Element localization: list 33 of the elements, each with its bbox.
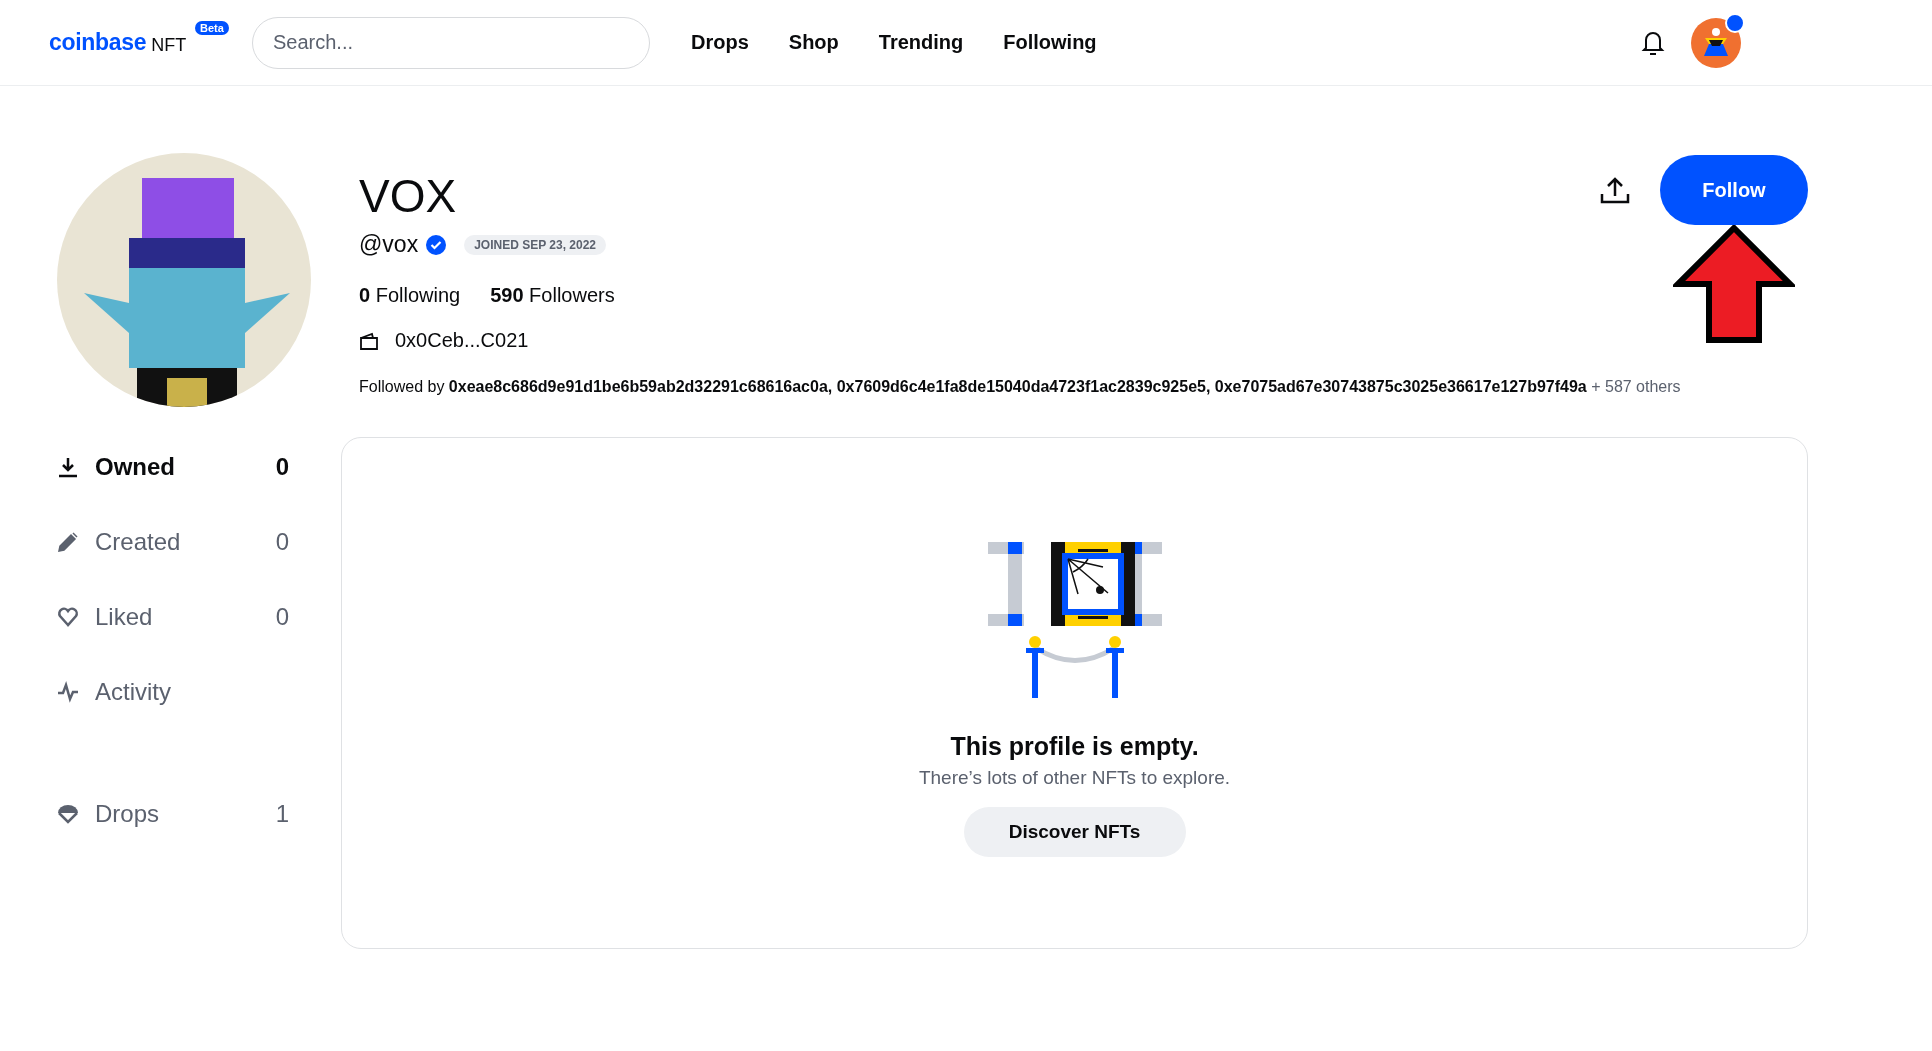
share-icon[interactable] bbox=[1600, 176, 1630, 204]
sidebar-tab[interactable]: Drops 1 bbox=[57, 801, 289, 827]
logo-product: NFT bbox=[151, 35, 187, 56]
search-field[interactable]: Search... bbox=[252, 16, 650, 69]
nav-link[interactable]: Trending bbox=[878, 31, 964, 54]
logo-brand[interactable]: coinbase bbox=[49, 29, 147, 56]
follow-stat[interactable]: 0 Following bbox=[359, 284, 461, 307]
profile-name: VOX bbox=[359, 171, 457, 221]
pencil-icon bbox=[57, 531, 79, 553]
follow-stat[interactable]: 590 Followers bbox=[490, 284, 615, 307]
nav-link[interactable]: Following bbox=[1003, 31, 1097, 54]
wallet-icon bbox=[359, 331, 379, 350]
user-avatar-icon[interactable] bbox=[1691, 17, 1741, 68]
sidebar-tab[interactable]: Created 0 bbox=[57, 529, 289, 555]
sidebar-tab[interactable]: Activity bbox=[57, 679, 289, 705]
bell-icon[interactable] bbox=[1641, 29, 1665, 56]
download-icon bbox=[57, 456, 79, 478]
heart-icon bbox=[57, 606, 79, 628]
activity-icon bbox=[57, 681, 79, 703]
wallet-address[interactable]: 0x0Ceb...C021 bbox=[395, 329, 529, 352]
profile-handle: @vox bbox=[359, 231, 419, 258]
parachute-icon bbox=[57, 803, 79, 825]
followed-by-text: Followed by 0xeae8c686d9e91d1be6b59ab2d32291c68616ac0a, 0x7609d6c4e1fa8de15040da4723f1ac2839c925e5, 0xe7075ad67e30743875c3025e36617e127b97f49a + 587 others bbox=[359, 377, 1682, 397]
empty-title: This profile is empty. bbox=[950, 732, 1199, 761]
sidebar-tab[interactable]: Liked 0 bbox=[57, 604, 289, 630]
discover-button[interactable]: Discover NFTs bbox=[963, 807, 1186, 857]
beta-badge: Beta bbox=[195, 21, 229, 35]
nav-link[interactable]: Drops bbox=[691, 31, 749, 54]
nav-link[interactable]: Shop bbox=[788, 31, 839, 54]
sidebar-tab[interactable]: Owned 0 bbox=[57, 454, 289, 480]
joined-badge: JOINED SEP 23, 2022 bbox=[464, 234, 606, 255]
follow-button[interactable]: Follow bbox=[1660, 155, 1808, 225]
empty-text: There’s lots of other NFTs to explore. bbox=[918, 767, 1231, 789]
